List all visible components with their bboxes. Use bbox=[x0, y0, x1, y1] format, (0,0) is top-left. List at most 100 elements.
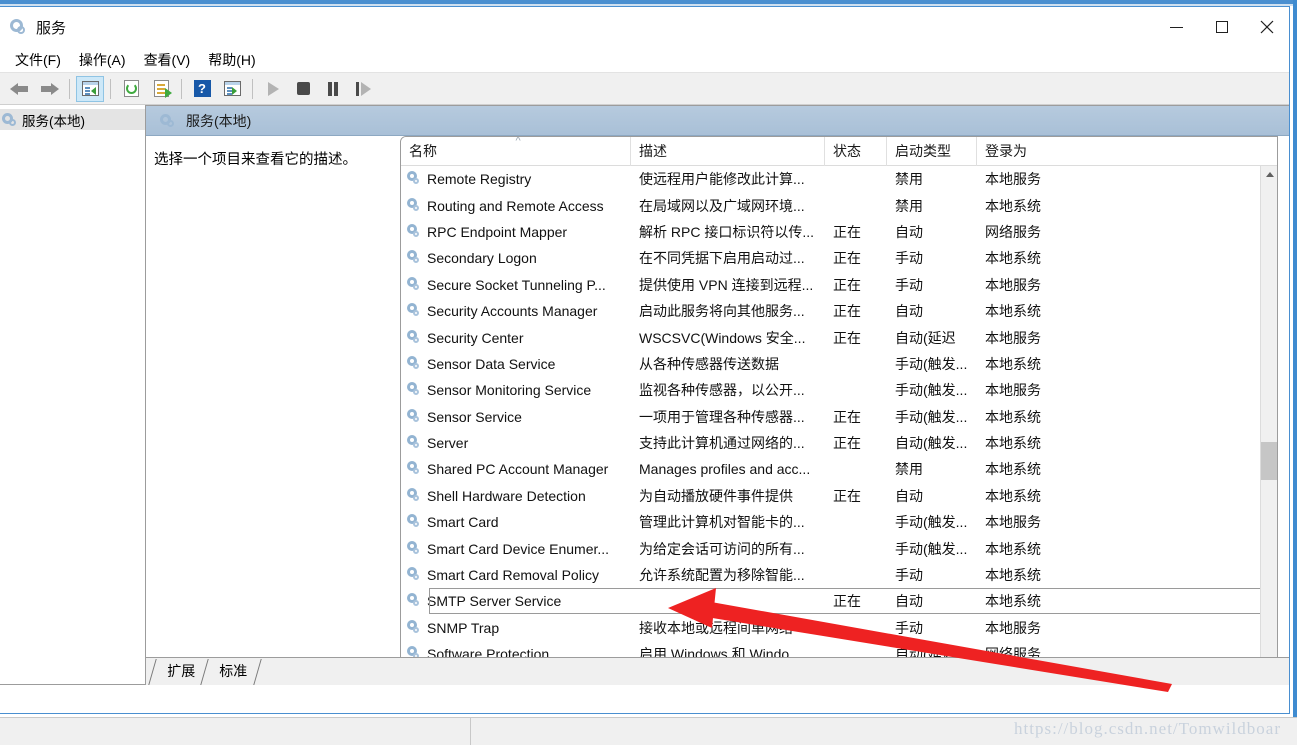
cell-start: 手动 bbox=[895, 276, 923, 293]
cell-desc: 允许系统配置为移除智能... bbox=[639, 567, 805, 584]
cell-state: 正在 bbox=[833, 435, 861, 452]
cell-desc: 使远程用户能修改此计算... bbox=[639, 171, 805, 188]
menu-bar: 文件(F) 操作(A) 查看(V) 帮助(H) bbox=[0, 47, 1289, 73]
cell-name: Shared PC Account Manager bbox=[401, 461, 631, 477]
help-button[interactable]: ? bbox=[188, 76, 216, 102]
service-gear-icon bbox=[407, 461, 423, 477]
cell-start: 禁用 bbox=[895, 171, 923, 188]
forward-button[interactable] bbox=[35, 76, 63, 102]
table-row[interactable]: Shell Hardware Detection 为自动播放硬件事件提供 正在 自动 本… bbox=[401, 483, 1277, 509]
cell-start: 自动 bbox=[895, 487, 923, 504]
tab-standard[interactable]: 标准 bbox=[200, 659, 262, 685]
service-gear-icon bbox=[407, 540, 423, 557]
table-row[interactable]: Remote Registry 使远程用户能修改此计算... 禁用 本地服务 bbox=[401, 166, 1277, 192]
background-window-right-edge bbox=[1293, 0, 1297, 745]
table-row[interactable]: Shared PC Account Manager Manages profile… bbox=[401, 456, 1277, 482]
table-row[interactable]: Security Accounts Manager 启动此服务将向其他服务... 正… bbox=[401, 298, 1277, 324]
cell-state: 正在 bbox=[833, 276, 861, 293]
stop-service-button[interactable] bbox=[289, 76, 317, 102]
export-list-button[interactable] bbox=[147, 76, 175, 102]
detail-header-gear-icon bbox=[160, 113, 176, 129]
close-button[interactable] bbox=[1244, 7, 1289, 47]
column-header-start[interactable]: 启动类型 bbox=[887, 137, 977, 166]
scrollbar-thumb[interactable] bbox=[1261, 442, 1277, 480]
properties-button[interactable] bbox=[218, 76, 246, 102]
maximize-icon bbox=[1215, 21, 1228, 33]
maximize-button[interactable] bbox=[1199, 7, 1244, 47]
cell-logon: 本地服务 bbox=[985, 514, 1041, 531]
arrow-right-icon bbox=[40, 82, 59, 95]
table-row[interactable]: Secondary Logon 在不同凭据下启用启动过... 正在 手动 本地系统 bbox=[401, 245, 1277, 271]
cell-name: Remote Registry bbox=[401, 171, 631, 187]
cell-desc: 接收本地或远程间单网络 bbox=[639, 619, 793, 636]
cell-name: RPC Endpoint Mapper bbox=[401, 223, 631, 240]
service-gear-icon bbox=[407, 223, 423, 240]
service-name-label: Sensor Service bbox=[427, 408, 522, 425]
toolbar: ? bbox=[0, 73, 1289, 105]
cell-logon: 本地系统 bbox=[985, 593, 1041, 610]
table-row[interactable]: SNMP Trap 接收本地或远程间单网络 手动 本地服务 bbox=[401, 615, 1277, 641]
show-hide-tree-button[interactable] bbox=[76, 75, 104, 102]
cell-desc: Manages profiles and acc... bbox=[639, 461, 811, 478]
stop-icon bbox=[296, 82, 310, 95]
minimize-button[interactable] bbox=[1154, 7, 1199, 47]
cell-desc: 启动此服务将向其他服务... bbox=[639, 303, 805, 320]
service-gear-icon bbox=[407, 250, 423, 266]
column-header-name[interactable]: 名称 bbox=[401, 137, 631, 166]
table-row[interactable]: Smart Card 管理此计算机对智能卡的... 手动(触发... 本地服务 bbox=[401, 509, 1277, 535]
table-row[interactable]: RPC Endpoint Mapper 解析 RPC 接口标识符以传... 正在 自动… bbox=[401, 219, 1277, 245]
service-name-label: Smart Card bbox=[427, 514, 499, 531]
refresh-button[interactable] bbox=[117, 76, 145, 102]
window-title: 服务 bbox=[36, 19, 67, 37]
service-name-label: Secure Socket Tunneling P... bbox=[427, 276, 606, 293]
service-name-label: Shell Hardware Detection bbox=[427, 487, 586, 504]
column-header-logon[interactable]: 登录为 bbox=[977, 137, 1059, 166]
table-row[interactable]: Sensor Data Service 从各种传感器传送数据 手动(触发... 本地系… bbox=[401, 351, 1277, 377]
cell-logon: 本地系统 bbox=[985, 461, 1041, 478]
table-row[interactable]: Sensor Monitoring Service 监视各种传感器，以公开... 手… bbox=[401, 377, 1277, 403]
cell-logon: 本地系统 bbox=[985, 303, 1041, 320]
cell-start: 自动(触发... bbox=[895, 435, 968, 452]
cell-start: 手动(触发... bbox=[895, 540, 968, 557]
minimize-icon bbox=[1170, 26, 1183, 28]
service-gear-icon bbox=[407, 514, 423, 530]
table-row[interactable]: Smart Card Removal Policy 允许系统配置为移除智能... 手… bbox=[401, 562, 1277, 588]
cell-name: Sensor Monitoring Service bbox=[401, 382, 631, 398]
column-header-desc[interactable]: 描述 bbox=[631, 137, 825, 166]
table-row[interactable]: SMTP Server Service 正在 自动 本地系统 bbox=[401, 588, 1277, 615]
table-row[interactable]: Secure Socket Tunneling P... 提供使用 VPN 连接到… bbox=[401, 272, 1277, 298]
services-list-view: 名称描述状态启动类型登录为 Remote Registry 使远程用户能修改此计算… bbox=[400, 136, 1278, 685]
background-taskbar-divider bbox=[470, 717, 471, 745]
menu-view[interactable]: 查看(V) bbox=[135, 47, 200, 73]
menu-file[interactable]: 文件(F) bbox=[6, 47, 70, 73]
list-vertical-scrollbar[interactable] bbox=[1260, 166, 1277, 684]
export-list-icon bbox=[153, 80, 172, 98]
table-row[interactable]: Routing and Remote Access 在局域网以及广域网环境... 禁… bbox=[401, 192, 1277, 218]
start-service-button[interactable] bbox=[259, 76, 287, 102]
sidebar-item-services-local[interactable]: 服务(本地) bbox=[0, 109, 145, 130]
back-button[interactable] bbox=[5, 76, 33, 102]
table-row[interactable]: Security Center WSCSVC(Windows 安全... 正在 自动(… bbox=[401, 324, 1277, 350]
cell-state: 正在 bbox=[833, 593, 861, 610]
cell-logon: 网络服务 bbox=[985, 223, 1041, 240]
service-gear-icon bbox=[407, 355, 423, 372]
table-row[interactable]: Sensor Service 一项用于管理各种传感器... 正在 手动(触发... 本地… bbox=[401, 404, 1277, 430]
menu-action[interactable]: 操作(A) bbox=[70, 47, 135, 73]
cell-desc: 在不同凭据下启用启动过... bbox=[639, 250, 805, 267]
pause-service-button[interactable] bbox=[319, 76, 347, 102]
cell-start: 手动(触发... bbox=[895, 382, 968, 399]
toolbar-separator-2 bbox=[110, 78, 111, 99]
restart-service-button[interactable] bbox=[349, 76, 377, 102]
cell-start: 手动 bbox=[895, 619, 923, 636]
scroll-up-button[interactable] bbox=[1261, 166, 1277, 183]
cell-start: 禁用 bbox=[895, 461, 923, 478]
table-row[interactable]: Smart Card Device Enumer... 为给定会话可访问的所有..… bbox=[401, 535, 1277, 561]
services-list-rows: Remote Registry 使远程用户能修改此计算... 禁用本地服务 Routi… bbox=[401, 166, 1277, 684]
table-row[interactable]: Server 支持此计算机通过网络的... 正在 自动(触发... 本地系统 bbox=[401, 430, 1277, 456]
service-gear-icon bbox=[407, 593, 423, 609]
menu-help[interactable]: 帮助(H) bbox=[199, 47, 264, 73]
service-gear-icon bbox=[407, 619, 423, 636]
cell-logon: 本地系统 bbox=[985, 487, 1041, 504]
column-header-state[interactable]: 状态 bbox=[825, 137, 887, 166]
service-name-label: Sensor Monitoring Service bbox=[427, 382, 592, 399]
